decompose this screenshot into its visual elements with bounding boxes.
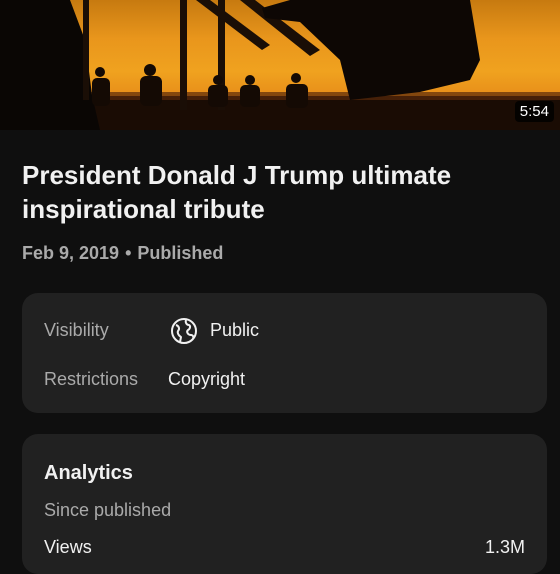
publish-date: Feb 9, 2019 [22,243,120,263]
details-card: Visibility Public Restrictions Copyright [22,293,547,413]
globe-icon [170,317,198,345]
video-title: President Donald J Trump ultimate inspir… [22,160,452,224]
restrictions-label: Restrictions [44,369,139,389]
restrictions-value[interactable]: Copyright [168,369,245,390]
duration-badge: 5:54 [514,101,554,122]
analytics-title: Analytics [44,462,133,484]
video-meta: Feb 9, 2019 • Published [22,243,223,264]
publish-status: Published [137,243,224,263]
visibility-label: Visibility [44,320,109,340]
views-label: Views [44,537,92,557]
thumbnail-scene [0,0,560,130]
analytics-subtitle: Since published [44,500,172,520]
meta-separator: • [125,243,132,263]
analytics-card[interactable]: Analytics Since published Views 1.3M [22,434,547,574]
visibility-value[interactable]: Public [210,320,259,341]
video-thumbnail[interactable]: 5:54 [0,0,560,130]
views-value: 1.3M [484,537,525,557]
